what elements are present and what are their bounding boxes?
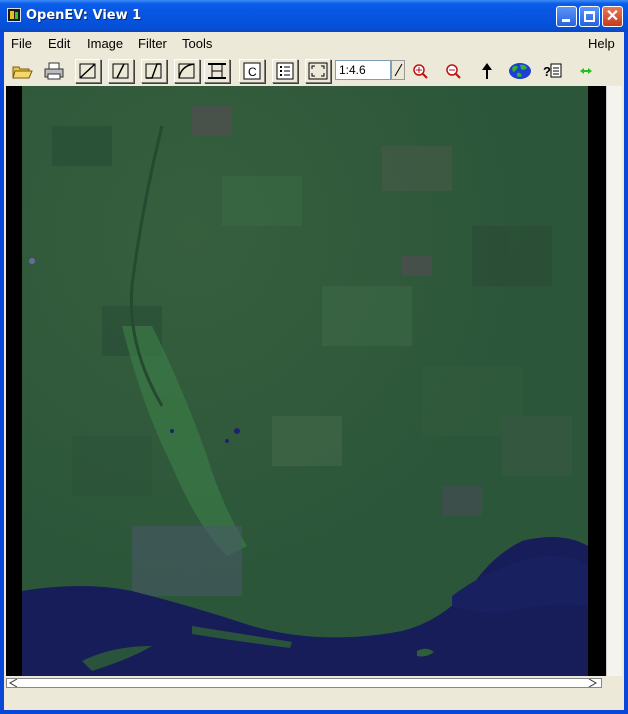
menu-image[interactable]: Image (87, 36, 123, 51)
draw-line-alt-icon (112, 63, 129, 79)
open-folder-icon (12, 66, 33, 79)
green-arrows-icon (580, 68, 592, 74)
open-folder-button[interactable] (9, 59, 35, 83)
zoom-out-icon (446, 64, 461, 79)
menu-bar: File Edit Image Filter Tools Help (4, 32, 624, 54)
legend-button[interactable] (272, 59, 298, 83)
menu-help[interactable]: Help (588, 36, 615, 51)
maximize-icon (584, 11, 595, 22)
draw-curve-icon (178, 63, 195, 79)
globe-button[interactable] (507, 59, 533, 83)
menu-tools[interactable]: Tools (182, 36, 212, 51)
draw-line-2-button[interactable] (141, 59, 167, 83)
scroll-right-icon[interactable] (587, 679, 599, 687)
draw-curve-button[interactable] (174, 59, 200, 83)
horizontal-scroll-track[interactable] (6, 678, 602, 688)
globe-icon (509, 63, 531, 79)
draw-line-icon (79, 63, 96, 79)
contrast-button[interactable]: C (239, 59, 265, 83)
zoom-out-button[interactable] (441, 59, 467, 83)
window-title: OpenEV: View 1 (26, 8, 142, 23)
zoom-dropdown-button[interactable] (391, 60, 405, 80)
roi-box-button[interactable] (204, 59, 230, 83)
svg-text:C: C (248, 65, 257, 79)
minimize-button[interactable] (556, 6, 577, 27)
satellite-image-canvas (22, 86, 588, 676)
maximize-button[interactable] (579, 6, 600, 27)
close-icon: ✕ (605, 8, 620, 25)
up-arrow-button[interactable] (474, 59, 500, 83)
window-client: File Edit Image Filter Tools Help C 1:4.… (4, 32, 624, 710)
toolbar: C 1:4.6 ? (4, 56, 624, 86)
up-arrow-icon (482, 63, 492, 79)
roi-box-icon (208, 63, 226, 79)
menu-filter[interactable]: Filter (138, 36, 167, 51)
app-icon (7, 8, 21, 22)
zoom-in-button[interactable] (408, 59, 434, 83)
horizontal-scrollbar[interactable] (4, 676, 622, 690)
fit-extents-button[interactable] (305, 59, 331, 83)
image-viewport[interactable] (6, 86, 606, 676)
draw-line-alt-button[interactable] (108, 59, 134, 83)
zoom-ratio-input[interactable]: 1:4.6 (335, 60, 391, 80)
print-button[interactable] (41, 59, 67, 83)
vertical-scrollbar[interactable] (606, 86, 622, 676)
zoom-in-icon (413, 64, 428, 79)
green-arrows-button[interactable] (573, 59, 599, 83)
menu-file[interactable]: File (11, 36, 32, 51)
fit-extents-icon (308, 62, 328, 80)
scroll-left-icon[interactable] (8, 679, 20, 687)
menu-edit[interactable]: Edit (48, 36, 70, 51)
satellite-image[interactable] (22, 86, 588, 676)
title-bar[interactable]: OpenEV: View 1 ✕ (0, 0, 628, 32)
close-button[interactable]: ✕ (602, 6, 623, 27)
draw-line-2-icon (145, 63, 162, 79)
minimize-icon (562, 19, 570, 22)
print-icon (44, 62, 64, 80)
help-query-button[interactable]: ? (540, 59, 566, 83)
legend-list-icon (276, 62, 294, 80)
draw-line-button[interactable] (75, 59, 101, 83)
app-window: OpenEV: View 1 ✕ File Edit Image Filter … (0, 0, 628, 714)
help-query-icon: ? (543, 63, 562, 79)
contrast-c-icon: C (243, 62, 261, 80)
slash-icon (394, 63, 403, 77)
svg-text:?: ? (543, 64, 551, 79)
